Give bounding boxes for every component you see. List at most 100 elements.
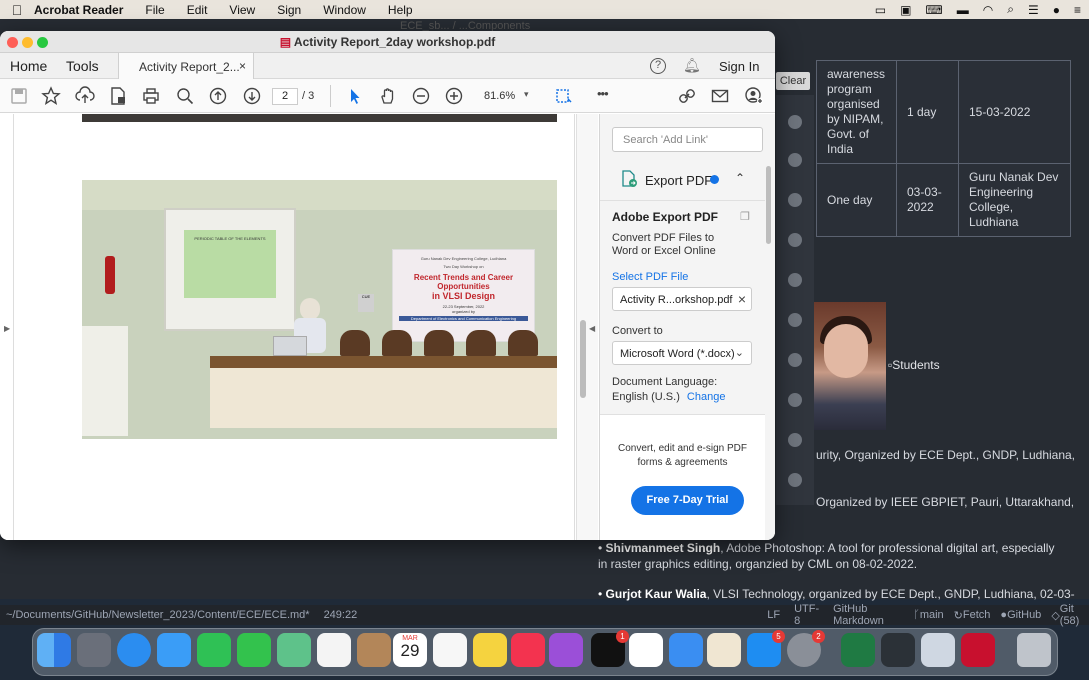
system-preferences-icon[interactable]: 2 — [787, 630, 825, 667]
control-center-icon[interactable]: ☰ — [1028, 3, 1039, 17]
fetch-button[interactable]: Fetch — [963, 609, 991, 621]
acrobat-icon[interactable] — [961, 633, 995, 667]
sign-in-button[interactable]: Sign In — [719, 59, 759, 74]
encoding[interactable]: UTF-8 — [794, 603, 819, 627]
notification-icon[interactable]: ≡ — [1074, 3, 1081, 17]
zoom-level[interactable]: 81.6% — [484, 90, 515, 102]
tab-home[interactable]: Home — [10, 58, 47, 74]
apple-tv-icon[interactable]: 1 — [591, 630, 629, 667]
copy-icon[interactable]: ❐ — [740, 210, 750, 223]
search-icon[interactable] — [788, 473, 802, 487]
menu-help[interactable]: Help — [388, 3, 413, 17]
excel-icon[interactable] — [841, 633, 875, 667]
select-pdf-file-link[interactable]: Select PDF File — [612, 271, 688, 283]
zoom-out-icon[interactable] — [411, 86, 431, 106]
trash-icon[interactable] — [1017, 633, 1051, 667]
safari-icon[interactable] — [117, 633, 151, 667]
mail-icon[interactable] — [157, 633, 191, 667]
maps-icon[interactable] — [277, 633, 311, 667]
search-icon[interactable] — [788, 433, 802, 447]
close-tab-icon[interactable]: × — [239, 59, 246, 73]
remove-file-icon[interactable]: × — [738, 291, 746, 307]
tab-document[interactable]: Activity Report_2... × — [118, 53, 254, 79]
menu-file[interactable]: File — [145, 3, 164, 17]
menu-edit[interactable]: Edit — [187, 3, 208, 17]
search-icon[interactable] — [788, 153, 802, 167]
launchpad-icon[interactable] — [77, 633, 111, 667]
tab-tools[interactable]: Tools — [66, 58, 99, 74]
hand-tool-icon[interactable] — [378, 86, 398, 106]
git-button[interactable]: Git (58) — [1060, 603, 1089, 627]
search-icon[interactable] — [788, 115, 802, 129]
apple-icon[interactable]:  — [0, 2, 34, 18]
menu-view[interactable]: View — [229, 3, 255, 17]
clear-button[interactable]: Clear — [776, 72, 810, 90]
app-store-icon[interactable]: 5 — [747, 630, 785, 667]
atom-icon[interactable] — [881, 633, 915, 667]
zoom-in-icon[interactable] — [444, 86, 464, 106]
export-pdf-header[interactable]: Export PDF — [645, 173, 712, 188]
notes-icon[interactable] — [473, 633, 507, 667]
search-icon[interactable] — [788, 273, 802, 287]
pages-icon[interactable] — [707, 633, 741, 667]
search-icon[interactable] — [788, 393, 802, 407]
previous-page-icon[interactable] — [208, 86, 228, 106]
photos-icon[interactable] — [317, 633, 351, 667]
battery-icon[interactable]: ▬ — [957, 3, 969, 17]
music-icon[interactable] — [511, 633, 545, 667]
github-button[interactable]: GitHub — [1007, 609, 1041, 621]
format-dropdown[interactable]: Microsoft Word (*.docx) ⌄ — [612, 341, 752, 365]
preview-icon[interactable] — [921, 633, 955, 667]
format-chevron-down-icon[interactable]: ⌄ — [735, 346, 744, 359]
link-share-icon[interactable] — [677, 86, 697, 106]
search-icon[interactable] — [788, 313, 802, 327]
add-user-icon[interactable] — [744, 86, 764, 106]
grammar[interactable]: GitHub Markdown — [833, 603, 903, 627]
zoom-dropdown-chevron-icon[interactable]: ▾ — [524, 89, 529, 100]
search-icon[interactable] — [788, 193, 802, 207]
cursor-position[interactable]: 249:22 — [324, 609, 358, 621]
page-number-input[interactable]: 2 — [272, 88, 298, 105]
upload-icon[interactable] — [75, 86, 95, 106]
messages-icon[interactable] — [237, 633, 271, 667]
menu-sign[interactable]: Sign — [277, 3, 301, 17]
facetime-icon[interactable] — [197, 633, 231, 667]
collapse-chevron-icon[interactable]: ⌃ — [735, 171, 745, 185]
display-icon[interactable]: ▣ — [900, 3, 911, 17]
protect-file-icon[interactable] — [108, 86, 128, 106]
scrollbar-thumb[interactable] — [580, 320, 586, 398]
calendar-icon[interactable]: MAR 29 — [393, 633, 427, 667]
left-panel-toggle-icon[interactable]: ▶ — [4, 324, 10, 333]
menu-app-name[interactable]: Acrobat Reader — [34, 3, 123, 17]
contacts-icon[interactable] — [357, 633, 391, 667]
select-cursor-icon[interactable] — [345, 86, 365, 106]
search-icon[interactable] — [788, 233, 802, 247]
menu-window[interactable]: Window — [323, 3, 366, 17]
change-language-link[interactable]: Change — [687, 391, 726, 403]
search-icon[interactable] — [788, 353, 802, 367]
save-icon[interactable] — [9, 86, 29, 106]
line-ending[interactable]: LF — [767, 609, 780, 621]
search-icon[interactable]: ⌕ — [1007, 2, 1014, 17]
email-icon[interactable] — [710, 86, 730, 106]
numbers-icon[interactable] — [629, 633, 663, 667]
bookmark-star-icon[interactable] — [41, 86, 61, 106]
scrollbar-track[interactable]: ◀ — [576, 114, 598, 540]
branch-name[interactable]: main — [920, 609, 944, 621]
page-display-icon[interactable] — [553, 86, 573, 106]
selected-file-field[interactable]: Activity R...orkshop.pdf × — [612, 287, 752, 311]
keyboard-icon[interactable]: ⌨ — [925, 3, 942, 17]
keynote-icon[interactable] — [669, 633, 703, 667]
more-tools-icon[interactable]: ••• — [597, 86, 609, 101]
search-add-link-input[interactable]: Search 'Add Link' — [612, 127, 763, 152]
right-panel-toggle-icon[interactable]: ◀ — [589, 324, 595, 333]
wifi-icon[interactable]: ◠ — [983, 3, 993, 17]
notification-bell-icon[interactable]: 🔔︎ — [683, 57, 701, 74]
next-page-icon[interactable] — [242, 86, 262, 106]
panel-scrollbar-thumb[interactable] — [766, 166, 771, 244]
help-icon[interactable]: ? — [650, 58, 666, 74]
free-trial-button[interactable]: Free 7-Day Trial — [631, 486, 744, 515]
print-icon[interactable] — [141, 86, 161, 106]
screen-mirror-icon[interactable]: ▭ — [875, 3, 886, 17]
file-path[interactable]: ~/Documents/GitHub/Newsletter_2023/Conte… — [6, 609, 310, 621]
